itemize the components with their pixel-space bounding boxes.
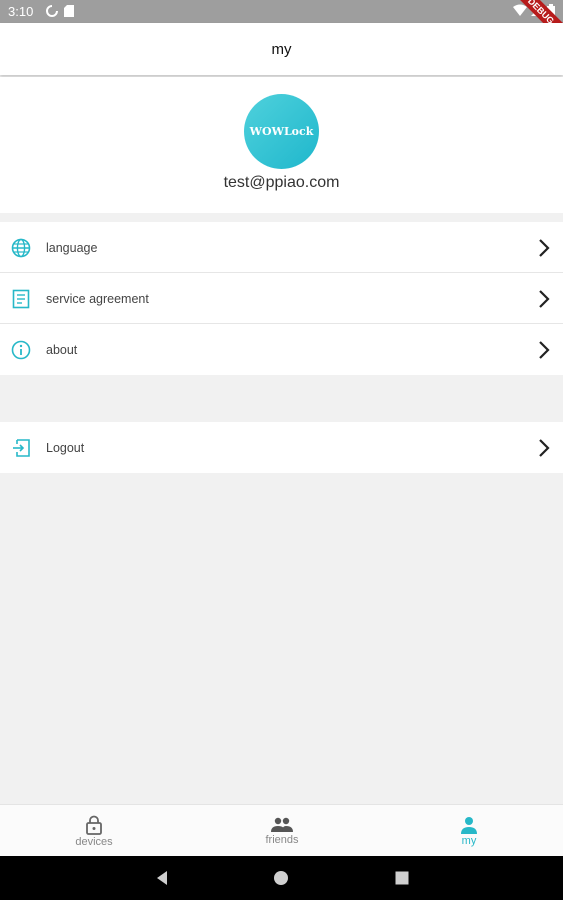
logout-button[interactable]: Logout [0,422,563,473]
menu-item-about[interactable]: about [0,324,563,375]
globe-icon [11,238,31,258]
chevron-right-icon [539,238,550,257]
avatar-logo-text: WOWLock [249,125,314,138]
chevron-right-icon [539,289,550,308]
nav-tab-devices[interactable]: devices [0,805,188,857]
recents-icon[interactable] [394,870,410,886]
menu-item-label: service agreement [46,291,149,306]
menu-item-language[interactable]: language [0,222,563,273]
nav-tab-friends[interactable]: friends [188,805,376,857]
document-icon [11,289,31,309]
nav-tab-my[interactable]: my [375,805,563,857]
system-navigation-bar [0,856,563,900]
status-time: 3:10 [8,4,34,19]
page-title: my [271,40,292,58]
lock-icon [86,815,102,835]
app-bar: my [0,23,563,75]
sd-card-icon [64,5,74,17]
menu-item-label: language [46,240,98,255]
logout-icon [11,438,31,458]
profile-section: WOWLock test@ppiao.com [0,77,563,213]
info-icon [11,340,31,360]
wifi-icon [513,4,527,16]
people-icon [271,817,293,832]
home-icon[interactable] [273,870,289,886]
avatar[interactable]: WOWLock [244,94,319,169]
chevron-right-icon [539,340,550,359]
chevron-right-icon [539,438,550,457]
nav-tab-label: friends [265,833,299,846]
menu-item-label: about [46,342,78,357]
sync-icon [46,5,58,17]
status-bar: 3:10 DEBUG [0,0,563,48]
menu-item-service-agreement[interactable]: service agreement [0,273,563,324]
user-email: test@ppiao.com [223,174,340,191]
nav-tab-label: devices [75,835,113,848]
nav-tab-label: my [461,834,477,847]
back-icon[interactable] [154,870,170,886]
menu-item-label: Logout [46,440,85,455]
person-icon [461,816,477,834]
bottom-navigation: devices friends my [0,804,563,856]
